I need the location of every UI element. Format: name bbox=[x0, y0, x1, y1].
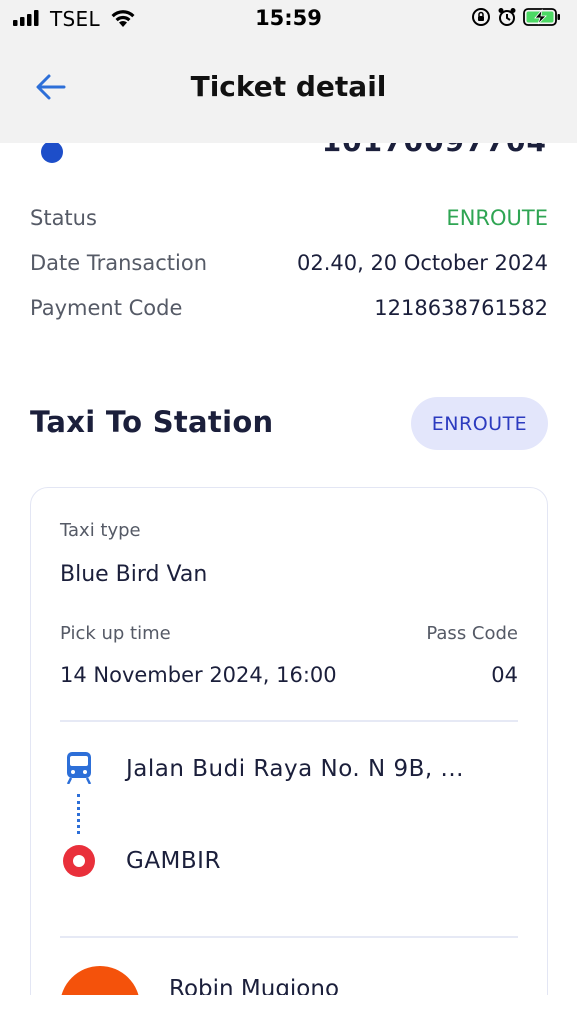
payment-label: Payment Code bbox=[30, 296, 183, 320]
pass-code-label: Pass Code bbox=[426, 623, 518, 644]
app-header: Ticket detail bbox=[0, 38, 577, 143]
ticket-dot-icon bbox=[41, 143, 63, 163]
taxi-card: Taxi type Blue Bird Van Pick up time Pas… bbox=[30, 487, 548, 995]
location-dot-icon bbox=[63, 845, 95, 877]
taxi-status-badge: ENROUTE bbox=[411, 397, 548, 450]
status-bar: TSEL 15:59 bbox=[0, 0, 577, 38]
train-icon bbox=[66, 752, 92, 784]
taxi-type-label: Taxi type bbox=[60, 520, 141, 541]
ticket-content: 10170097704 Status ENROUTE Date Transact… bbox=[0, 143, 577, 995]
origin-address: Jalan Budi Raya No. N 9B, ... bbox=[126, 756, 464, 782]
orientation-lock-icon bbox=[472, 8, 490, 26]
status-icons bbox=[471, 7, 561, 27]
route-dotted-line bbox=[77, 794, 80, 834]
driver-avatar bbox=[60, 966, 140, 995]
date-value: 02.40, 20 October 2024 bbox=[296, 251, 548, 275]
divider bbox=[60, 936, 518, 938]
cut-off-ticket-row: 10170097704 bbox=[0, 143, 577, 163]
payment-row: Payment Code 1218638761582 bbox=[30, 296, 548, 320]
taxi-type-value: Blue Bird Van bbox=[60, 562, 208, 587]
ticket-number: 10170097704 bbox=[322, 143, 547, 158]
page-title: Ticket detail bbox=[190, 70, 387, 103]
status-value: ENROUTE bbox=[446, 206, 548, 230]
divider bbox=[60, 720, 518, 722]
battery-charging-icon bbox=[523, 8, 560, 26]
status-label: Status bbox=[30, 206, 97, 230]
pickup-value: 14 November 2024, 16:00 bbox=[60, 663, 337, 687]
destination-station: GAMBIR bbox=[126, 848, 221, 874]
date-label: Date Transaction bbox=[30, 251, 208, 275]
status-row: Status ENROUTE bbox=[30, 206, 548, 230]
driver-name: Robin Mugiono bbox=[169, 976, 340, 995]
section-title: Taxi To Station bbox=[30, 405, 274, 439]
date-row: Date Transaction 02.40, 20 October 2024 bbox=[30, 251, 548, 275]
pickup-label: Pick up time bbox=[60, 623, 171, 644]
pass-code-value: 04 bbox=[491, 663, 518, 687]
alarm-icon bbox=[498, 8, 516, 26]
payment-value: 1218638761582 bbox=[374, 296, 548, 320]
